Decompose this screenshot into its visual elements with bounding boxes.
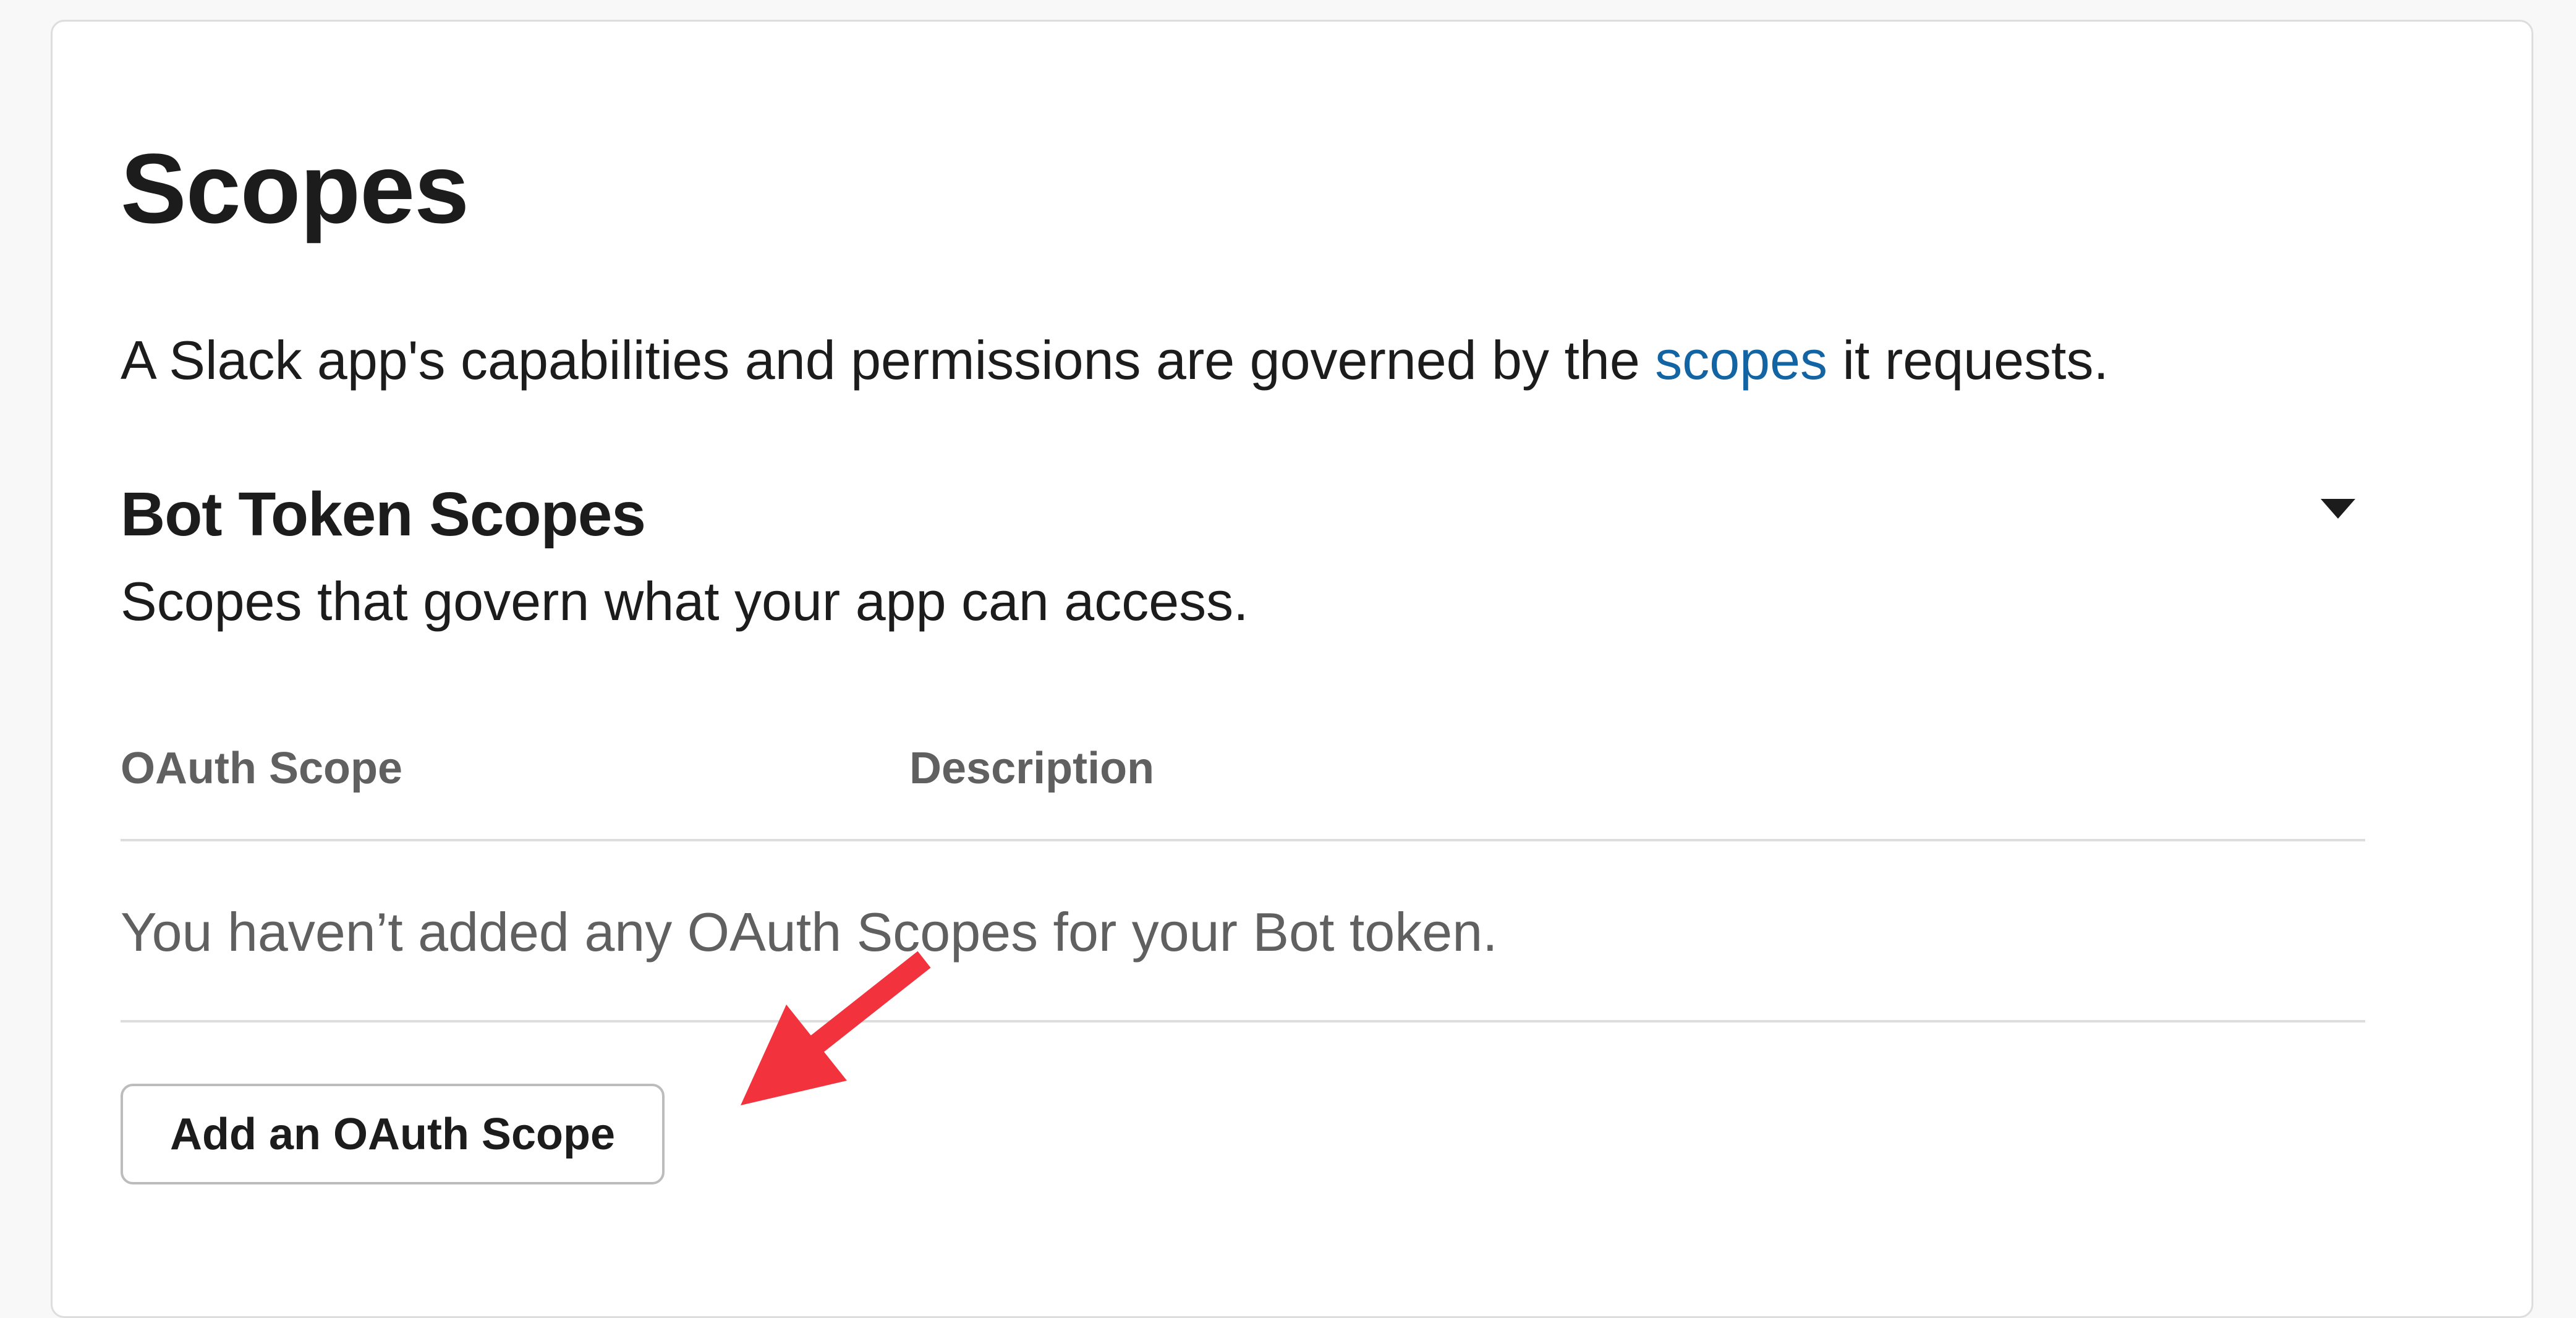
- caret-down-icon[interactable]: [2307, 485, 2369, 535]
- red-arrow-icon: [741, 951, 931, 1105]
- scopes-description-text: A Slack app's capabilities and permissio…: [121, 330, 1656, 391]
- column-header-description: Description: [909, 744, 1155, 793]
- scopes-link[interactable]: scopes: [1655, 330, 1827, 391]
- page-title: Scopes: [121, 133, 469, 244]
- scopes-description-text-end: it requests.: [1827, 330, 2109, 391]
- scopes-description: A Slack app's capabilities and permissio…: [121, 328, 2109, 393]
- bot-token-scopes-subtitle: Scopes that govern what your app can acc…: [121, 571, 1249, 632]
- add-oauth-scope-button[interactable]: Add an OAuth Scope: [121, 1084, 665, 1184]
- column-header-oauth-scope: OAuth Scope: [121, 744, 403, 793]
- table-header-divider: [121, 839, 2365, 841]
- bot-token-scopes-title: Bot Token Scopes: [121, 480, 646, 549]
- table-footer-divider: [121, 1020, 2365, 1023]
